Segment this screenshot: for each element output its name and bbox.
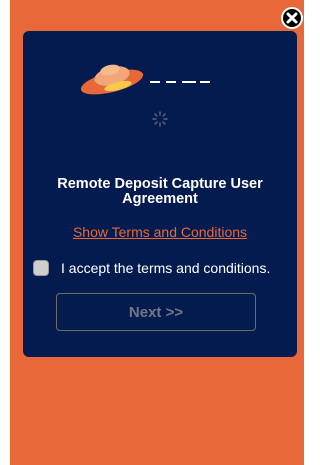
loading-spinner-icon	[152, 111, 168, 127]
next-button[interactable]: Next >>	[56, 293, 256, 331]
accept-terms-label: I accept the terms and conditions.	[61, 260, 271, 276]
accept-terms-checkbox[interactable]	[33, 260, 49, 276]
agreement-title: Remote Deposit Capture User Agreement	[57, 176, 263, 207]
accept-terms-row[interactable]: I accept the terms and conditions.	[33, 258, 295, 278]
close-icon[interactable]	[280, 6, 304, 30]
ufo-logo	[80, 64, 210, 95]
show-terms-link[interactable]: Show Terms and Conditions	[23, 224, 297, 240]
